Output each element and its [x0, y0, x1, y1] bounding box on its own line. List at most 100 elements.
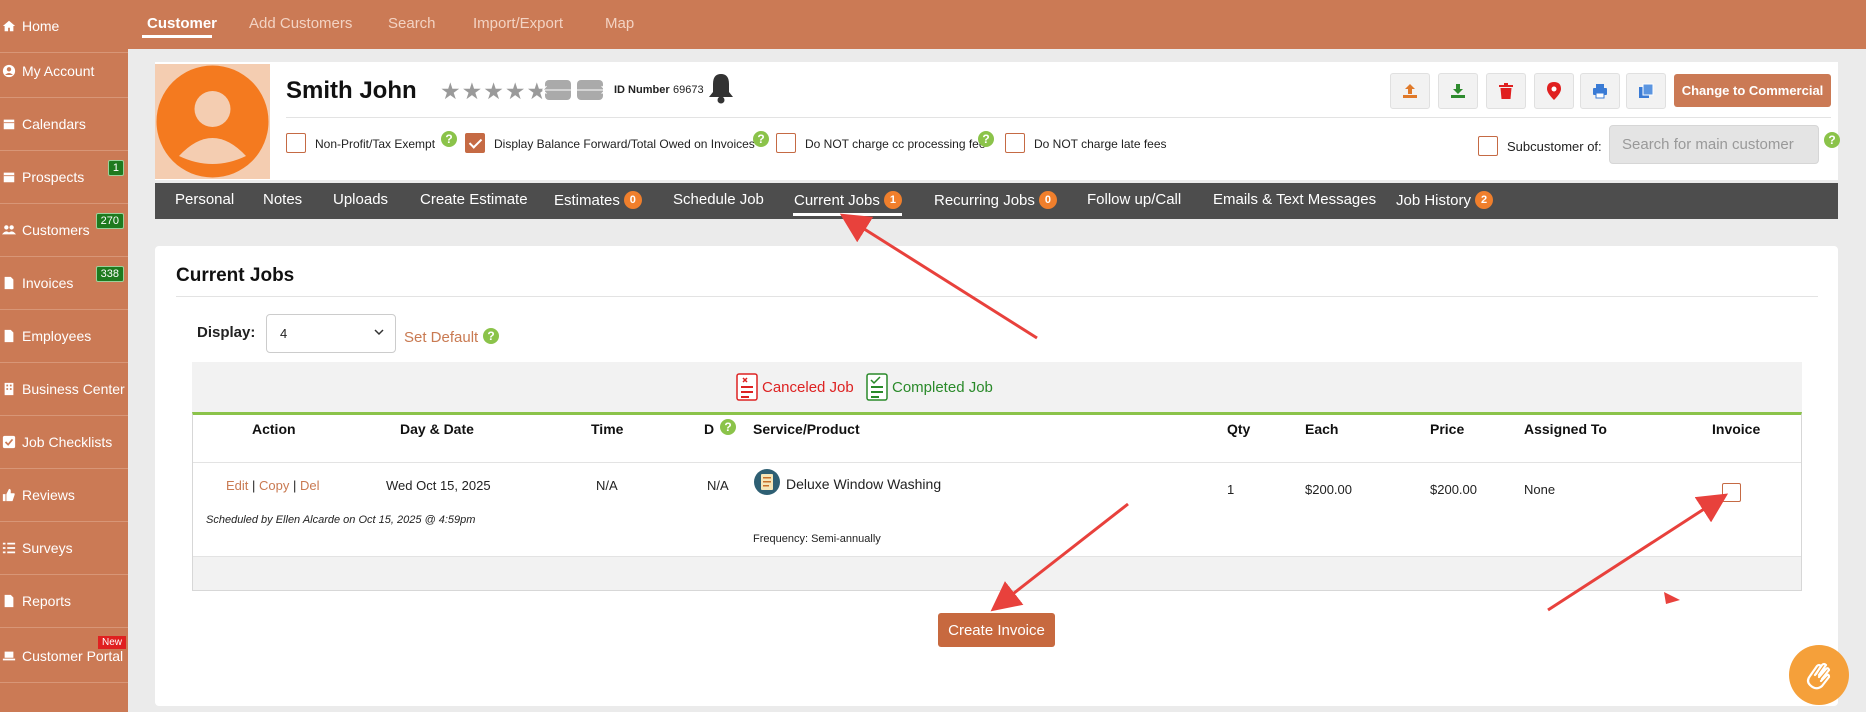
avatar[interactable] [155, 64, 270, 179]
sidebar-item-customers[interactable]: Customers 270 [0, 204, 128, 257]
tab-label: Notes [263, 191, 303, 208]
sidebar-item-reports[interactable]: Reports [0, 575, 128, 628]
check-square-icon [1, 435, 16, 450]
upload-icon [1403, 84, 1417, 98]
subcustomer-checkbox[interactable] [1478, 136, 1498, 156]
copy-link[interactable]: Copy [259, 478, 289, 493]
section-divider [176, 296, 1818, 297]
star-icon[interactable]: ★ [505, 80, 526, 103]
upload-button[interactable] [1390, 73, 1430, 109]
help-icon[interactable]: ? [441, 131, 457, 147]
bell-icon[interactable] [706, 72, 736, 107]
download-button[interactable] [1438, 73, 1478, 109]
create-invoice-button[interactable]: Create Invoice [938, 613, 1055, 647]
tab-current-jobs[interactable]: Current Jobs 1 [794, 191, 902, 209]
completed-legend-label: Completed Job [892, 378, 993, 396]
tab-notes[interactable]: Notes [263, 191, 302, 208]
print-button[interactable] [1580, 73, 1620, 109]
edit-link[interactable]: Edit [226, 478, 248, 493]
tab-schedule-job[interactable]: Schedule Job [673, 191, 764, 208]
customer-tabs: Personal Notes Uploads Create Estimate E… [155, 183, 1838, 219]
sidebar-item-business-center[interactable]: Business Center [0, 363, 128, 416]
nonprofit-label: Non-Profit/Tax Exempt [315, 137, 436, 151]
copy-customer-button[interactable] [1626, 73, 1666, 109]
set-default-link[interactable]: Set Default [404, 329, 478, 346]
no-late-fees-checkbox[interactable] [1005, 133, 1025, 153]
prev-customer-button[interactable]: 🡐 [541, 80, 575, 100]
nav-add-customers[interactable]: Add Customers [249, 15, 352, 32]
balance-forward-label: Display Balance Forward/Total Owed on In… [494, 137, 755, 151]
delete-link[interactable]: Del [300, 478, 320, 493]
calendar-icon [1, 117, 16, 132]
arrow-right-icon: 🡒 [572, 82, 608, 97]
star-icon[interactable]: ★ [483, 80, 504, 103]
action-separator: | [252, 478, 256, 493]
chat-widget-button[interactable] [1789, 645, 1849, 705]
sidebar-item-my-account[interactable]: My Account [0, 45, 128, 98]
sidebar-item-label: Customer Portal [22, 648, 124, 664]
star-icon[interactable]: ★ [462, 80, 483, 103]
help-icon[interactable]: ? [1824, 132, 1840, 148]
help-icon[interactable]: ? [720, 419, 736, 435]
help-icon[interactable]: ? [978, 131, 994, 147]
sidebar-item-job-checklists[interactable]: Job Checklists [0, 416, 128, 469]
section-title: Current Jobs [176, 265, 295, 286]
tab-create-estimate[interactable]: Create Estimate [420, 191, 528, 208]
tab-label: Create Estimate [420, 191, 528, 208]
nonprofit-checkbox[interactable] [286, 133, 306, 153]
map-pin-icon [1547, 82, 1561, 100]
tab-follow-up-call[interactable]: Follow up/Call [1087, 191, 1181, 208]
nav-active-underline [142, 35, 212, 38]
row-actions: Edit | Copy | Del [226, 478, 320, 493]
nav-import-export[interactable]: Import/Export [473, 15, 563, 32]
calendar-icon [1, 170, 16, 185]
tab-label: Uploads [333, 191, 389, 208]
display-count-value: 4 [280, 326, 288, 341]
sidebar-item-employees[interactable]: Employees [0, 310, 128, 363]
sidebar-item-reviews[interactable]: Reviews [0, 469, 128, 522]
delete-button[interactable] [1486, 73, 1526, 109]
tab-label: Current Jobs [794, 191, 880, 209]
sidebar-item-label: Business Center [22, 381, 125, 397]
sidebar-item-calendars[interactable]: Calendars [0, 98, 128, 151]
help-icon[interactable]: ? [753, 131, 769, 147]
sidebar-item-label: Reports [22, 593, 72, 609]
change-to-commercial-button[interactable]: Change to Commercial [1674, 74, 1831, 107]
tab-estimates[interactable]: Estimates 0 [554, 191, 642, 209]
print-icon [1593, 84, 1607, 99]
tab-recurring-jobs[interactable]: Recurring Jobs 0 [934, 191, 1057, 209]
balance-forward-checkbox[interactable] [465, 133, 485, 153]
legend-completed: Completed Job [866, 373, 993, 401]
invoice-checkbox[interactable] [1722, 483, 1741, 502]
nav-map[interactable]: Map [605, 15, 634, 32]
nav-customer[interactable]: Customer [147, 15, 217, 32]
file-icon [1, 594, 16, 609]
rating-stars[interactable]: ★ ★ ★ ★ ★ [440, 80, 547, 103]
no-cc-fee-checkbox[interactable] [776, 133, 796, 153]
tab-label: Emails & Text Messages [1213, 191, 1377, 208]
users-icon [1, 223, 16, 238]
sidebar-item-customer-portal[interactable]: Customer Portal New [0, 630, 128, 683]
subcustomer-search-input[interactable]: Search for main customer [1609, 125, 1819, 164]
tab-label: Recurring Jobs [934, 191, 1035, 209]
tab-personal[interactable]: Personal [175, 191, 234, 208]
map-location-button[interactable] [1534, 73, 1574, 109]
next-customer-button[interactable]: 🡒 [573, 80, 607, 100]
trash-icon [1499, 83, 1513, 99]
help-icon[interactable]: ? [483, 328, 499, 344]
no-late-fees-label: Do NOT charge late fees [1034, 137, 1167, 151]
tab-uploads[interactable]: Uploads [333, 191, 388, 208]
display-count-select[interactable]: 4 [266, 314, 396, 353]
sidebar-item-invoices[interactable]: Invoices 338 [0, 257, 128, 310]
nav-search[interactable]: Search [388, 15, 436, 32]
tab-emails-texts[interactable]: Emails & Text Messages [1213, 191, 1376, 208]
sidebar-item-label: Job Checklists [22, 434, 113, 450]
sidebar-item-surveys[interactable]: Surveys [0, 522, 128, 575]
no-cc-fee-label: Do NOT charge cc processing fee [805, 137, 986, 151]
tab-job-history[interactable]: Job History 2 [1396, 191, 1494, 209]
table-footer-row [193, 557, 1801, 590]
completed-job-icon [866, 373, 888, 401]
sidebar-badge: 270 [95, 213, 124, 229]
sidebar-item-prospects[interactable]: Prospects 1 [0, 151, 128, 204]
star-icon[interactable]: ★ [440, 80, 461, 103]
